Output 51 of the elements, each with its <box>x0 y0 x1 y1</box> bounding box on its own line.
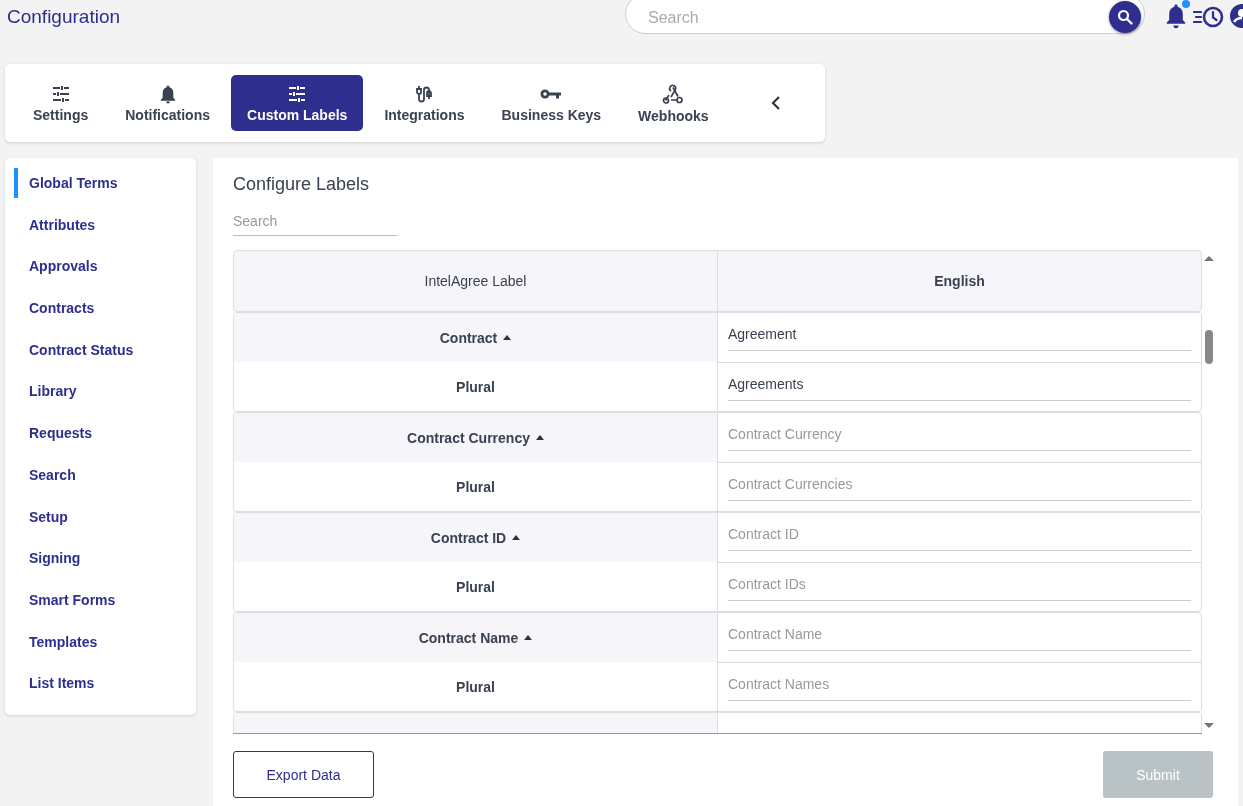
sidebar-item[interactable]: Library <box>14 376 77 407</box>
tab[interactable]: Settings <box>17 75 105 131</box>
sliders-icon <box>50 83 71 104</box>
scroll-up-icon[interactable] <box>1203 254 1215 262</box>
plug-icon <box>414 83 435 104</box>
group-toggle[interactable]: Contract Name <box>418 629 533 646</box>
search-input[interactable]: Search <box>646 8 1109 28</box>
sidebar-item[interactable]: Approvals <box>14 251 98 282</box>
sidebar-item[interactable]: Templates <box>14 626 98 657</box>
sidebar-item[interactable]: Contract Status <box>14 334 134 365</box>
user-avatar-icon[interactable] <box>1229 3 1243 29</box>
sidebar-item[interactable]: Setup <box>14 501 68 532</box>
search-bar[interactable]: Search <box>625 0 1145 34</box>
sidebar-item[interactable]: Attributes <box>14 209 96 240</box>
history-icon[interactable] <box>1193 5 1225 29</box>
chevron-left-icon[interactable] <box>769 95 782 111</box>
action-button[interactable]: Export Data <box>233 751 374 798</box>
sidebar-item[interactable]: Requests <box>14 418 93 449</box>
group-toggle[interactable]: Contract <box>439 329 512 346</box>
notification-bell-icon[interactable] <box>1165 3 1187 29</box>
tab[interactable]: Notifications <box>109 75 226 131</box>
plural-label: Plural <box>456 678 495 695</box>
scrollbar-thumb[interactable] <box>1205 330 1213 364</box>
webhook-icon <box>662 82 685 105</box>
plural-label: Plural <box>456 378 495 395</box>
sidebar-item[interactable]: List Items <box>14 668 95 699</box>
sidebar-item[interactable]: Contracts <box>14 293 95 324</box>
column-header: IntelAgree Label <box>424 273 527 289</box>
caret-up-icon <box>535 435 544 440</box>
sidebar-item[interactable]: Global Terms <box>14 168 118 198</box>
search-button[interactable] <box>1109 1 1141 33</box>
sidebar-item[interactable]: Search <box>14 459 76 490</box>
column-header: English <box>934 273 985 289</box>
group-toggle[interactable]: Contract Currency <box>407 429 544 446</box>
sliders-icon <box>287 83 308 104</box>
scroll-down-icon[interactable] <box>1203 722 1215 730</box>
plural-label: Plural <box>456 578 495 595</box>
tab[interactable]: Business Keys <box>485 75 618 131</box>
panel-title: Configure Labels <box>233 174 371 195</box>
page-title: Configuration <box>7 6 121 28</box>
tab[interactable]: Integrations <box>368 75 481 131</box>
tab[interactable]: Webhooks <box>622 75 725 131</box>
sidebar-item[interactable]: Smart Forms <box>14 584 116 615</box>
sidebar-item[interactable]: Signing <box>14 543 81 574</box>
caret-up-icon <box>524 635 533 640</box>
search-icon <box>1117 9 1133 25</box>
caret-up-icon <box>503 335 512 340</box>
tab[interactable]: Custom Labels <box>231 75 364 131</box>
caret-up-icon <box>512 535 521 540</box>
group-toggle[interactable]: Contract ID <box>430 529 521 546</box>
plural-label: Plural <box>456 478 495 495</box>
